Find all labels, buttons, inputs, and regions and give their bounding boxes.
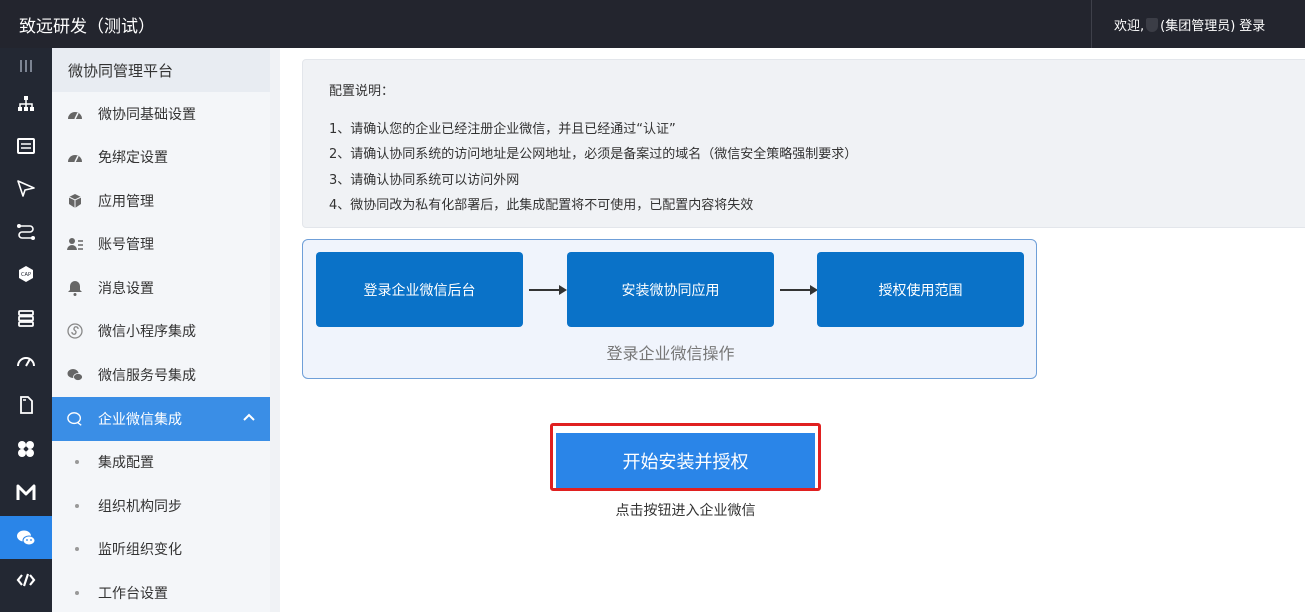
sidebar-subitem-integration-config[interactable]: 集成配置 <box>52 440 270 483</box>
sidebar-item-message-settings[interactable]: 消息设置 <box>52 266 270 309</box>
rail-item-cap[interactable]: CAP <box>0 254 52 294</box>
bullet-dot <box>75 546 79 551</box>
cap-icon: CAP <box>19 266 33 282</box>
workflow-icon <box>17 224 35 240</box>
welcome-text: 欢迎, <box>1114 19 1145 34</box>
sidebar-item-basic-settings[interactable]: 微协同基础设置 <box>52 92 270 135</box>
sidebar-title: 微协同管理平台 <box>52 48 270 92</box>
cube-icon <box>67 193 83 209</box>
top-bar: 致远研发（测试） 欢迎, (集团管理员) 登录 <box>0 0 1305 48</box>
flow-caption: 登录企业微信操作 <box>606 344 735 363</box>
bullet-dot <box>75 459 79 464</box>
step-install-app: 安装微协同应用 <box>567 252 774 327</box>
content-gutter <box>270 48 280 612</box>
notice-line: 1、请确认您的企业已经注册企业微信，并且已经通过“认证” <box>329 122 676 137</box>
rail-item-form[interactable] <box>0 126 52 166</box>
document-icon <box>20 396 33 414</box>
user-role: (集团管理员) <box>1160 19 1236 34</box>
sidebar-item-account-management[interactable]: 账号管理 <box>52 222 270 265</box>
sidebar-item-wecom-integration[interactable]: 企业微信集成 <box>52 397 270 441</box>
header-divider <box>1091 0 1092 48</box>
sidebar-item-label: 企业微信集成 <box>98 412 182 428</box>
sidebar-item-label: 微信服务号集成 <box>98 367 196 384</box>
sidebar-item-label: 免绑定设置 <box>98 149 168 166</box>
sidebar-subitem-label: 监听组织变化 <box>98 541 182 558</box>
wechat-icon <box>67 367 83 383</box>
sidebar-item-miniprogram[interactable]: 微信小程序集成 <box>52 309 270 352</box>
send-icon <box>17 180 35 197</box>
chevron-up-icon[interactable] <box>242 410 256 428</box>
cta-hint: 点击按钮进入企业微信 <box>615 503 756 519</box>
code-icon <box>16 573 36 587</box>
setup-flow: 登录企业微信后台 安装微协同应用 授权使用范围 登录企业微信操作 <box>302 239 1037 379</box>
rail-item-m[interactable] <box>0 473 52 513</box>
step-authorize-scope: 授权使用范围 <box>817 252 1024 327</box>
sidebar-item-no-binding[interactable]: 免绑定设置 <box>52 135 270 178</box>
sidebar-subitem-org-listener[interactable]: 监听组织变化 <box>52 527 270 570</box>
arrow-right-icon <box>780 285 818 295</box>
step-login-wecom: 登录企业微信后台 <box>316 252 523 327</box>
svg-text:CAP: CAP <box>21 272 31 278</box>
rail-item-code[interactable] <box>0 560 52 600</box>
rail-item-workflow[interactable] <box>0 211 52 251</box>
apps-icon <box>18 441 34 457</box>
org-chart-icon <box>18 96 34 111</box>
gauge-icon <box>67 149 83 165</box>
rail-menu-toggle[interactable] <box>0 48 52 84</box>
notice-line: 4、微协同改为私有化部署后，此集成配置将不可使用，已配置内容将失效 <box>329 198 754 213</box>
sidebar-item-label: 消息设置 <box>98 280 154 297</box>
miniprogram-icon <box>67 322 83 339</box>
arrow-right-icon <box>529 285 567 295</box>
gauge-icon <box>67 106 83 122</box>
bell-icon <box>67 280 83 296</box>
m-icon <box>16 484 36 500</box>
avatar <box>1146 17 1159 32</box>
config-notice: 配置说明： 1、请确认您的企业已经注册企业微信，并且已经通过“认证” 2、请确认… <box>302 59 1305 228</box>
notice-title: 配置说明： <box>329 84 395 99</box>
sidebar-subitem-org-sync[interactable]: 组织机构同步 <box>52 484 270 527</box>
user-card-icon <box>67 236 83 252</box>
sidebar-item-app-management[interactable]: 应用管理 <box>52 179 270 222</box>
sidebar-subitem-workbench[interactable]: 工作台设置 <box>52 571 270 614</box>
rail-item-database[interactable] <box>0 298 52 338</box>
rail-item-send[interactable] <box>0 168 52 208</box>
sidebar-subitem-label: 集成配置 <box>98 454 154 471</box>
rail-item-org[interactable] <box>0 84 52 124</box>
dashboard-icon <box>17 357 35 367</box>
sidebar-item-label: 应用管理 <box>98 193 154 210</box>
sidebar-item-label: 微协同基础设置 <box>98 106 196 123</box>
user-info[interactable]: 欢迎, (集团管理员) 登录 <box>1114 15 1265 34</box>
sidebar: 微协同管理平台 微协同基础设置 免绑定设置 应用管理 账号管理 消息设置 微信小… <box>52 48 270 612</box>
rail-item-wechat[interactable] <box>0 516 52 559</box>
sidebar-item-service-account[interactable]: 微信服务号集成 <box>52 353 270 396</box>
wechat-icon <box>17 530 36 545</box>
start-install-authorize-button[interactable]: 开始安装并授权 <box>556 433 815 488</box>
bullet-dot <box>75 590 79 595</box>
sidebar-subitem-label: 组织机构同步 <box>98 498 182 515</box>
bullet-dot <box>75 503 79 508</box>
rail-item-dashboard[interactable] <box>0 341 52 381</box>
sidebar-item-label: 微信小程序集成 <box>98 323 196 340</box>
icon-rail: CAP <box>0 48 52 612</box>
notice-line: 2、请确认协同系统的访问地址是公网地址，必须是备案过的域名（微信安全策略强制要求… <box>329 147 858 162</box>
login-link[interactable]: 登录 <box>1239 15 1265 34</box>
brand-title: 致远研发（测试） <box>19 17 155 37</box>
sidebar-subitem-label: 工作台设置 <box>98 585 168 602</box>
sidebar-item-label: 账号管理 <box>98 236 154 253</box>
menu-lines-icon <box>20 60 32 72</box>
form-icon <box>17 138 35 154</box>
chat-bubble-icon <box>67 411 83 427</box>
notice-line: 3、请确认协同系统可以访问外网 <box>329 173 520 188</box>
rail-item-document[interactable] <box>0 385 52 425</box>
rail-item-apps[interactable] <box>0 429 52 469</box>
database-icon <box>18 310 34 327</box>
